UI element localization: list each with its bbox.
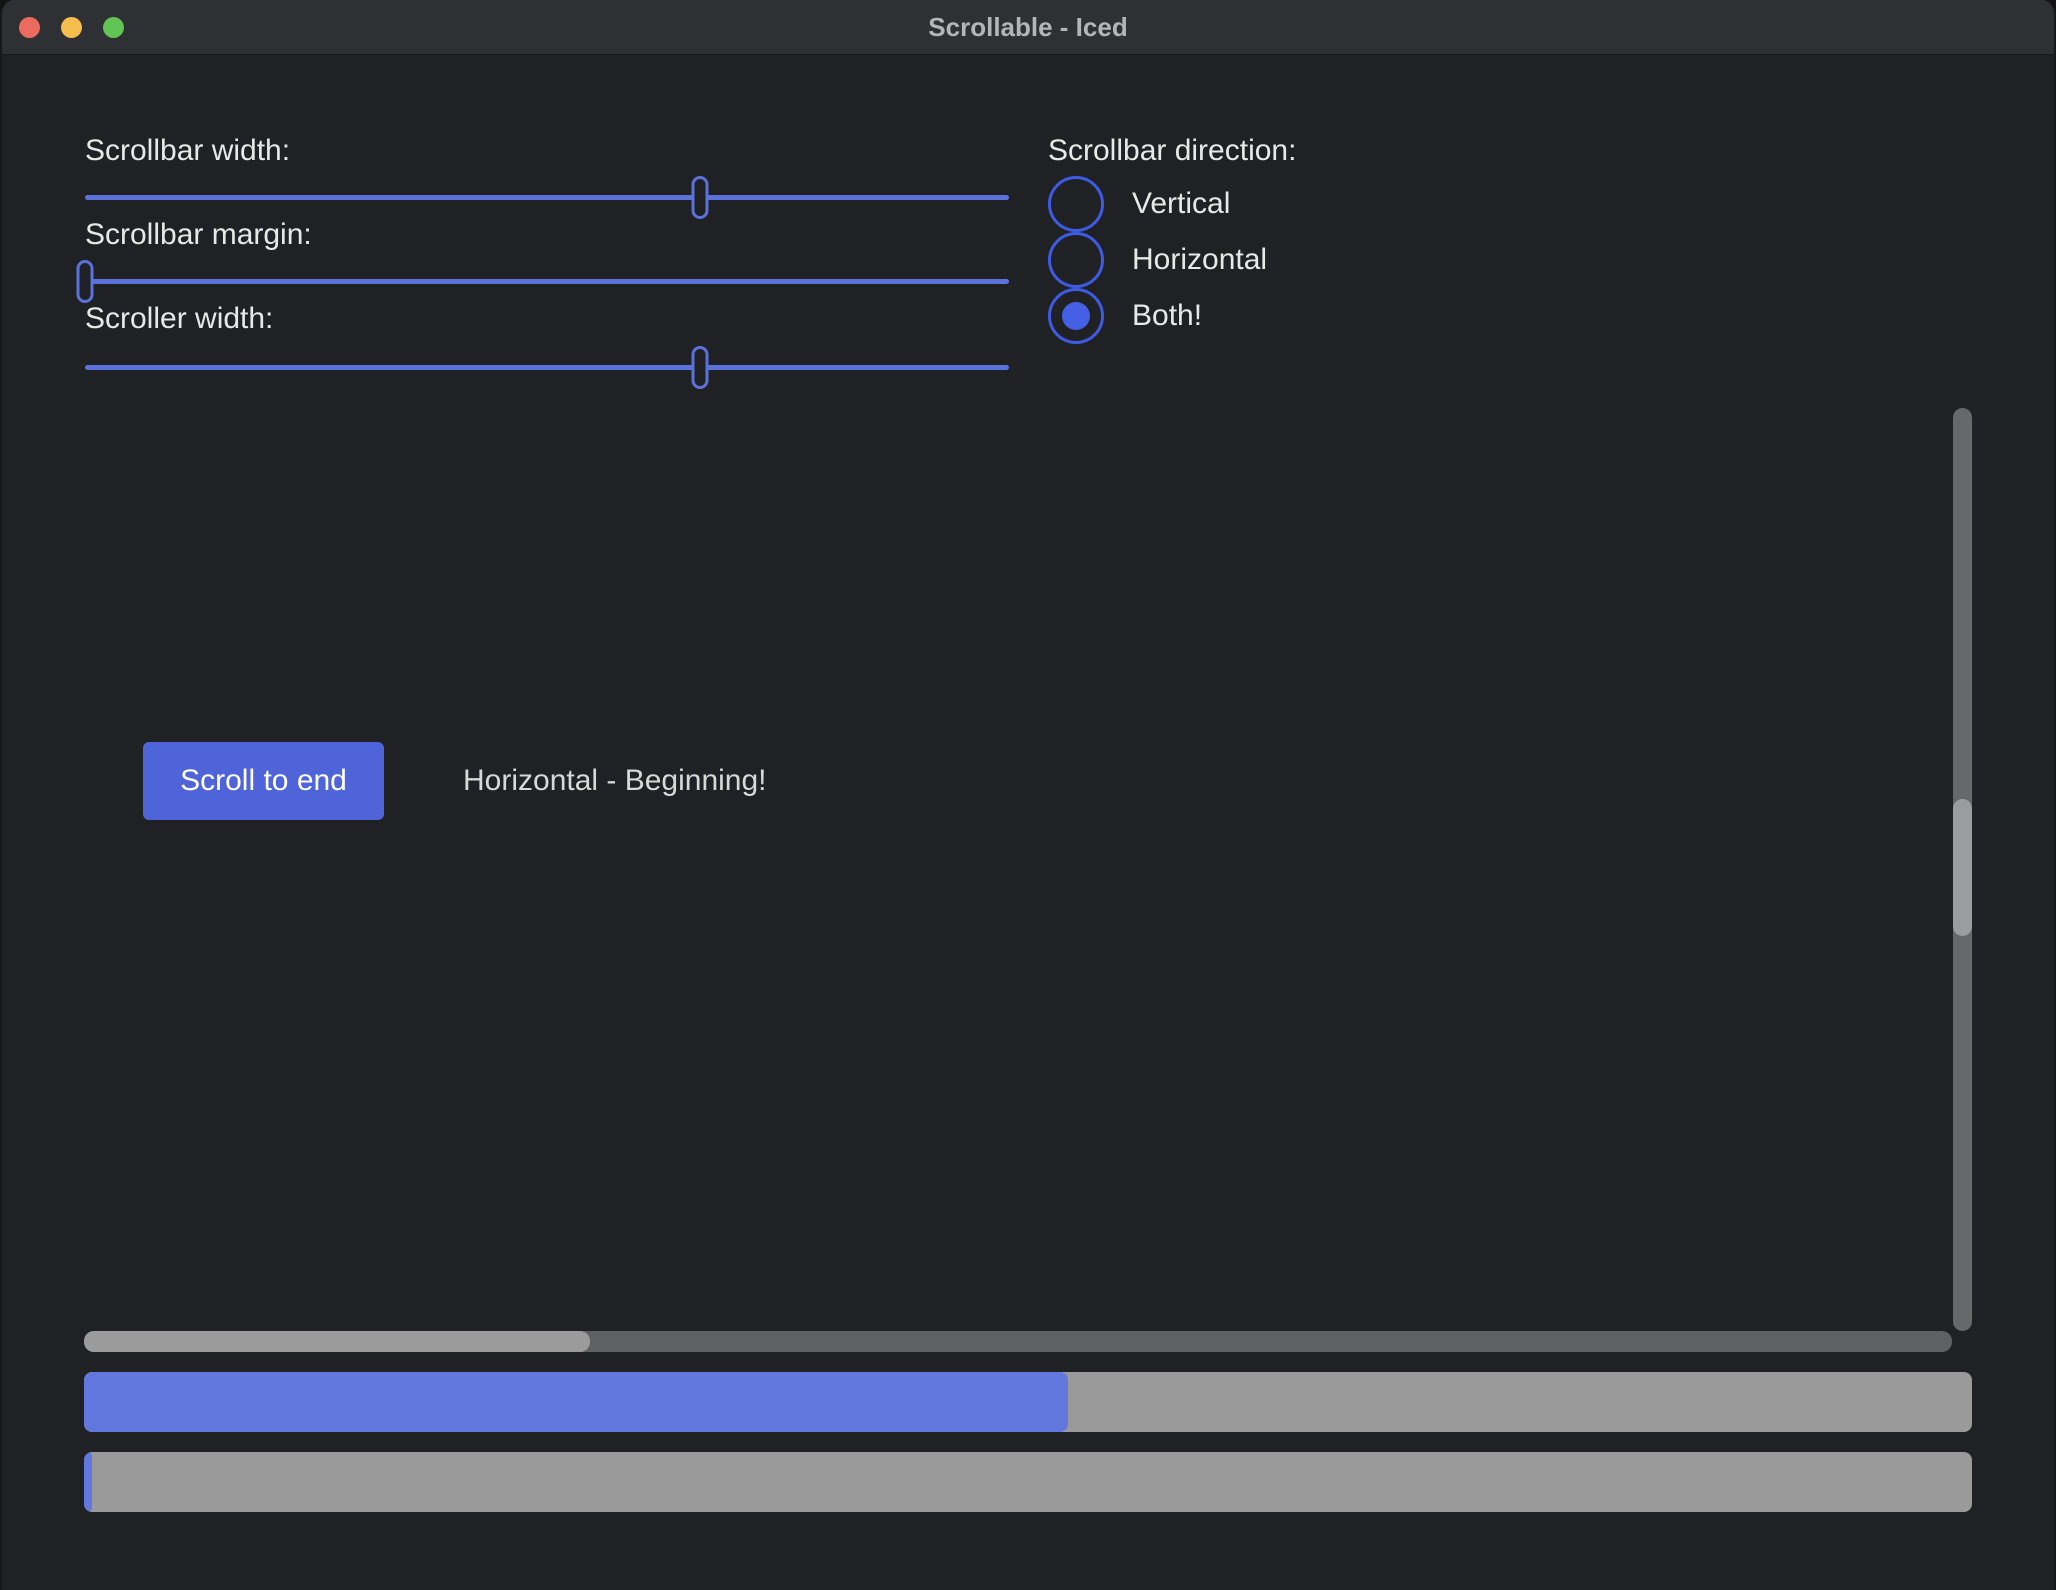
radio-horizontal[interactable]: Horizontal	[1048, 232, 1267, 288]
close-button[interactable]	[19, 17, 40, 38]
radio-vertical[interactable]: Vertical	[1048, 176, 1230, 232]
radio-horizontal-label: Horizontal	[1132, 243, 1267, 277]
slider-handle[interactable]	[692, 346, 709, 389]
scrollbar-margin-label: Scrollbar margin:	[85, 218, 312, 252]
horizontal-scrollbar-track[interactable]	[84, 1331, 1952, 1352]
scroll-to-end-button[interactable]: Scroll to end	[143, 742, 384, 820]
radio-both-label: Both!	[1132, 299, 1202, 333]
traffic-lights	[19, 17, 124, 38]
scroller-width-slider[interactable]	[85, 346, 1009, 389]
app-window: Scrollable - Iced Scrollbar width: Scrol…	[0, 0, 2056, 1590]
vertical-progress-bar	[84, 1452, 1972, 1512]
radio-circle-icon[interactable]	[1048, 288, 1104, 344]
scroll-status-text: Horizontal - Beginning!	[463, 742, 767, 820]
slider-rail[interactable]	[85, 365, 1009, 370]
slider-rail[interactable]	[85, 195, 1009, 200]
radio-circle-icon[interactable]	[1048, 232, 1104, 288]
progress-fill	[84, 1452, 92, 1512]
slider-handle[interactable]	[77, 260, 94, 303]
radio-dot-icon	[1062, 302, 1090, 330]
window-title: Scrollable - Iced	[2, 0, 2054, 55]
radio-vertical-label: Vertical	[1132, 187, 1230, 221]
slider-handle[interactable]	[692, 176, 709, 219]
progress-fill	[84, 1372, 1068, 1432]
horizontal-scrollbar-thumb[interactable]	[84, 1331, 590, 1352]
radio-both[interactable]: Both!	[1048, 288, 1202, 344]
horizontal-progress-bar	[84, 1372, 1972, 1432]
vertical-scrollbar-track[interactable]	[1953, 408, 1972, 1331]
radio-circle-icon[interactable]	[1048, 176, 1104, 232]
zoom-button[interactable]	[103, 17, 124, 38]
minimize-button[interactable]	[61, 17, 82, 38]
scrollbar-direction-label: Scrollbar direction:	[1048, 134, 1296, 168]
scrollbar-width-label: Scrollbar width:	[85, 134, 290, 168]
scroller-width-label: Scroller width:	[85, 302, 273, 336]
vertical-scrollbar-thumb[interactable]	[1953, 799, 1972, 936]
titlebar: Scrollable - Iced	[2, 0, 2054, 55]
slider-rail[interactable]	[85, 279, 1009, 284]
scrollbar-margin-slider[interactable]	[85, 260, 1009, 303]
scrollbar-width-slider[interactable]	[85, 176, 1009, 219]
